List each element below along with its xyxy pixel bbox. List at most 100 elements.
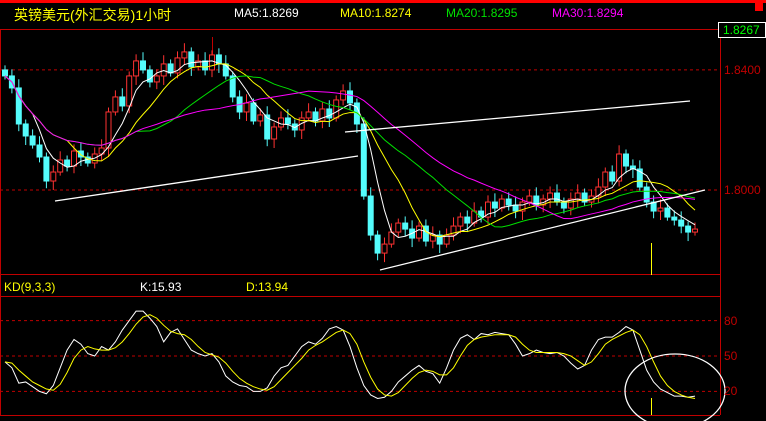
candle xyxy=(657,199,664,221)
candle xyxy=(22,119,29,145)
candle xyxy=(36,136,43,163)
candle xyxy=(395,218,402,238)
candle-body xyxy=(22,123,29,137)
candle xyxy=(29,129,36,149)
candle-body xyxy=(671,216,678,221)
candle-body xyxy=(395,222,402,233)
ma5-legend: MA5:1.8269 xyxy=(234,6,299,20)
candle xyxy=(685,221,692,242)
candle xyxy=(202,52,209,76)
candle-body xyxy=(71,150,77,167)
candle xyxy=(374,230,381,261)
price-tick-label: 1.8000 xyxy=(724,183,761,198)
candle xyxy=(402,216,409,237)
candle-body xyxy=(367,195,374,236)
candle xyxy=(291,119,298,138)
candle xyxy=(347,82,353,111)
candle xyxy=(623,149,629,174)
candle-body xyxy=(167,63,174,74)
candle-body xyxy=(112,96,119,113)
candle-body xyxy=(491,201,498,209)
candle xyxy=(636,160,643,191)
candle-body xyxy=(250,102,257,122)
candle-body xyxy=(685,225,692,233)
candle-body xyxy=(609,171,616,182)
candle-body xyxy=(347,90,353,104)
candle xyxy=(595,178,602,204)
candle xyxy=(319,102,326,129)
trendline-resistance xyxy=(344,100,691,133)
candle-body xyxy=(602,171,609,188)
candle-body xyxy=(374,234,381,254)
ma20-legend: MA20:1.8295 xyxy=(446,6,518,20)
candle xyxy=(188,47,195,76)
candle xyxy=(457,212,464,234)
candle xyxy=(485,195,491,225)
candle xyxy=(146,65,153,88)
candle xyxy=(50,165,57,191)
d-line xyxy=(4,314,696,399)
chart-canvas: 1.8267 xyxy=(0,0,766,421)
candle xyxy=(112,90,119,116)
candle xyxy=(512,196,519,219)
candle-body xyxy=(360,123,367,197)
k-value: K:15.93 xyxy=(140,280,182,294)
candle-body xyxy=(271,126,278,140)
ma30-legend: MA30:1.8294 xyxy=(552,6,624,20)
kd-tick-label: 50 xyxy=(724,349,738,363)
candle xyxy=(429,226,436,249)
candle xyxy=(174,51,181,79)
candle xyxy=(133,54,140,85)
trendline-support-1 xyxy=(54,155,359,202)
candle-body xyxy=(119,96,126,107)
candle xyxy=(119,88,126,112)
candle-body xyxy=(133,60,140,77)
top-bar xyxy=(0,0,766,3)
candle xyxy=(609,165,616,185)
candle xyxy=(229,71,236,103)
candle-body xyxy=(416,225,422,239)
candle-body xyxy=(181,51,188,59)
candle-body xyxy=(560,201,567,209)
candle-body xyxy=(623,153,629,167)
candle-body xyxy=(657,207,664,212)
candle-body xyxy=(402,222,409,230)
candle-body xyxy=(284,117,291,125)
candle xyxy=(567,192,574,216)
candle-body xyxy=(160,63,167,77)
candle-body xyxy=(209,54,215,71)
candle-body xyxy=(126,75,133,107)
candle-body xyxy=(257,114,264,122)
candle xyxy=(215,48,222,73)
candle xyxy=(15,79,22,132)
candle-body xyxy=(333,99,340,119)
candle-body xyxy=(312,111,319,122)
k-line xyxy=(4,310,696,400)
candle-body xyxy=(202,60,209,71)
candle xyxy=(105,107,112,158)
candle xyxy=(43,152,50,189)
current-price: 1.8267 xyxy=(723,23,760,37)
candle xyxy=(416,221,422,242)
candle-body xyxy=(526,195,533,203)
chart-title: 英镑美元(外汇交易)1小时 xyxy=(14,7,172,23)
candle-body xyxy=(505,198,512,206)
candle xyxy=(491,193,498,218)
candle-body xyxy=(340,90,347,101)
circle-annotation xyxy=(624,353,726,421)
candle xyxy=(271,122,278,148)
candle xyxy=(181,43,188,66)
candle xyxy=(71,144,77,174)
candle xyxy=(436,230,443,254)
candle-body xyxy=(153,75,160,83)
candle xyxy=(140,52,146,74)
candle-body xyxy=(50,171,57,182)
candle-body xyxy=(692,228,698,233)
candle xyxy=(381,237,388,263)
candle xyxy=(209,50,215,78)
candle-body xyxy=(678,219,685,227)
candle-body xyxy=(278,117,284,128)
d-value: D:13.94 xyxy=(246,280,289,294)
candle-body xyxy=(381,243,388,254)
candle-body xyxy=(2,69,8,77)
